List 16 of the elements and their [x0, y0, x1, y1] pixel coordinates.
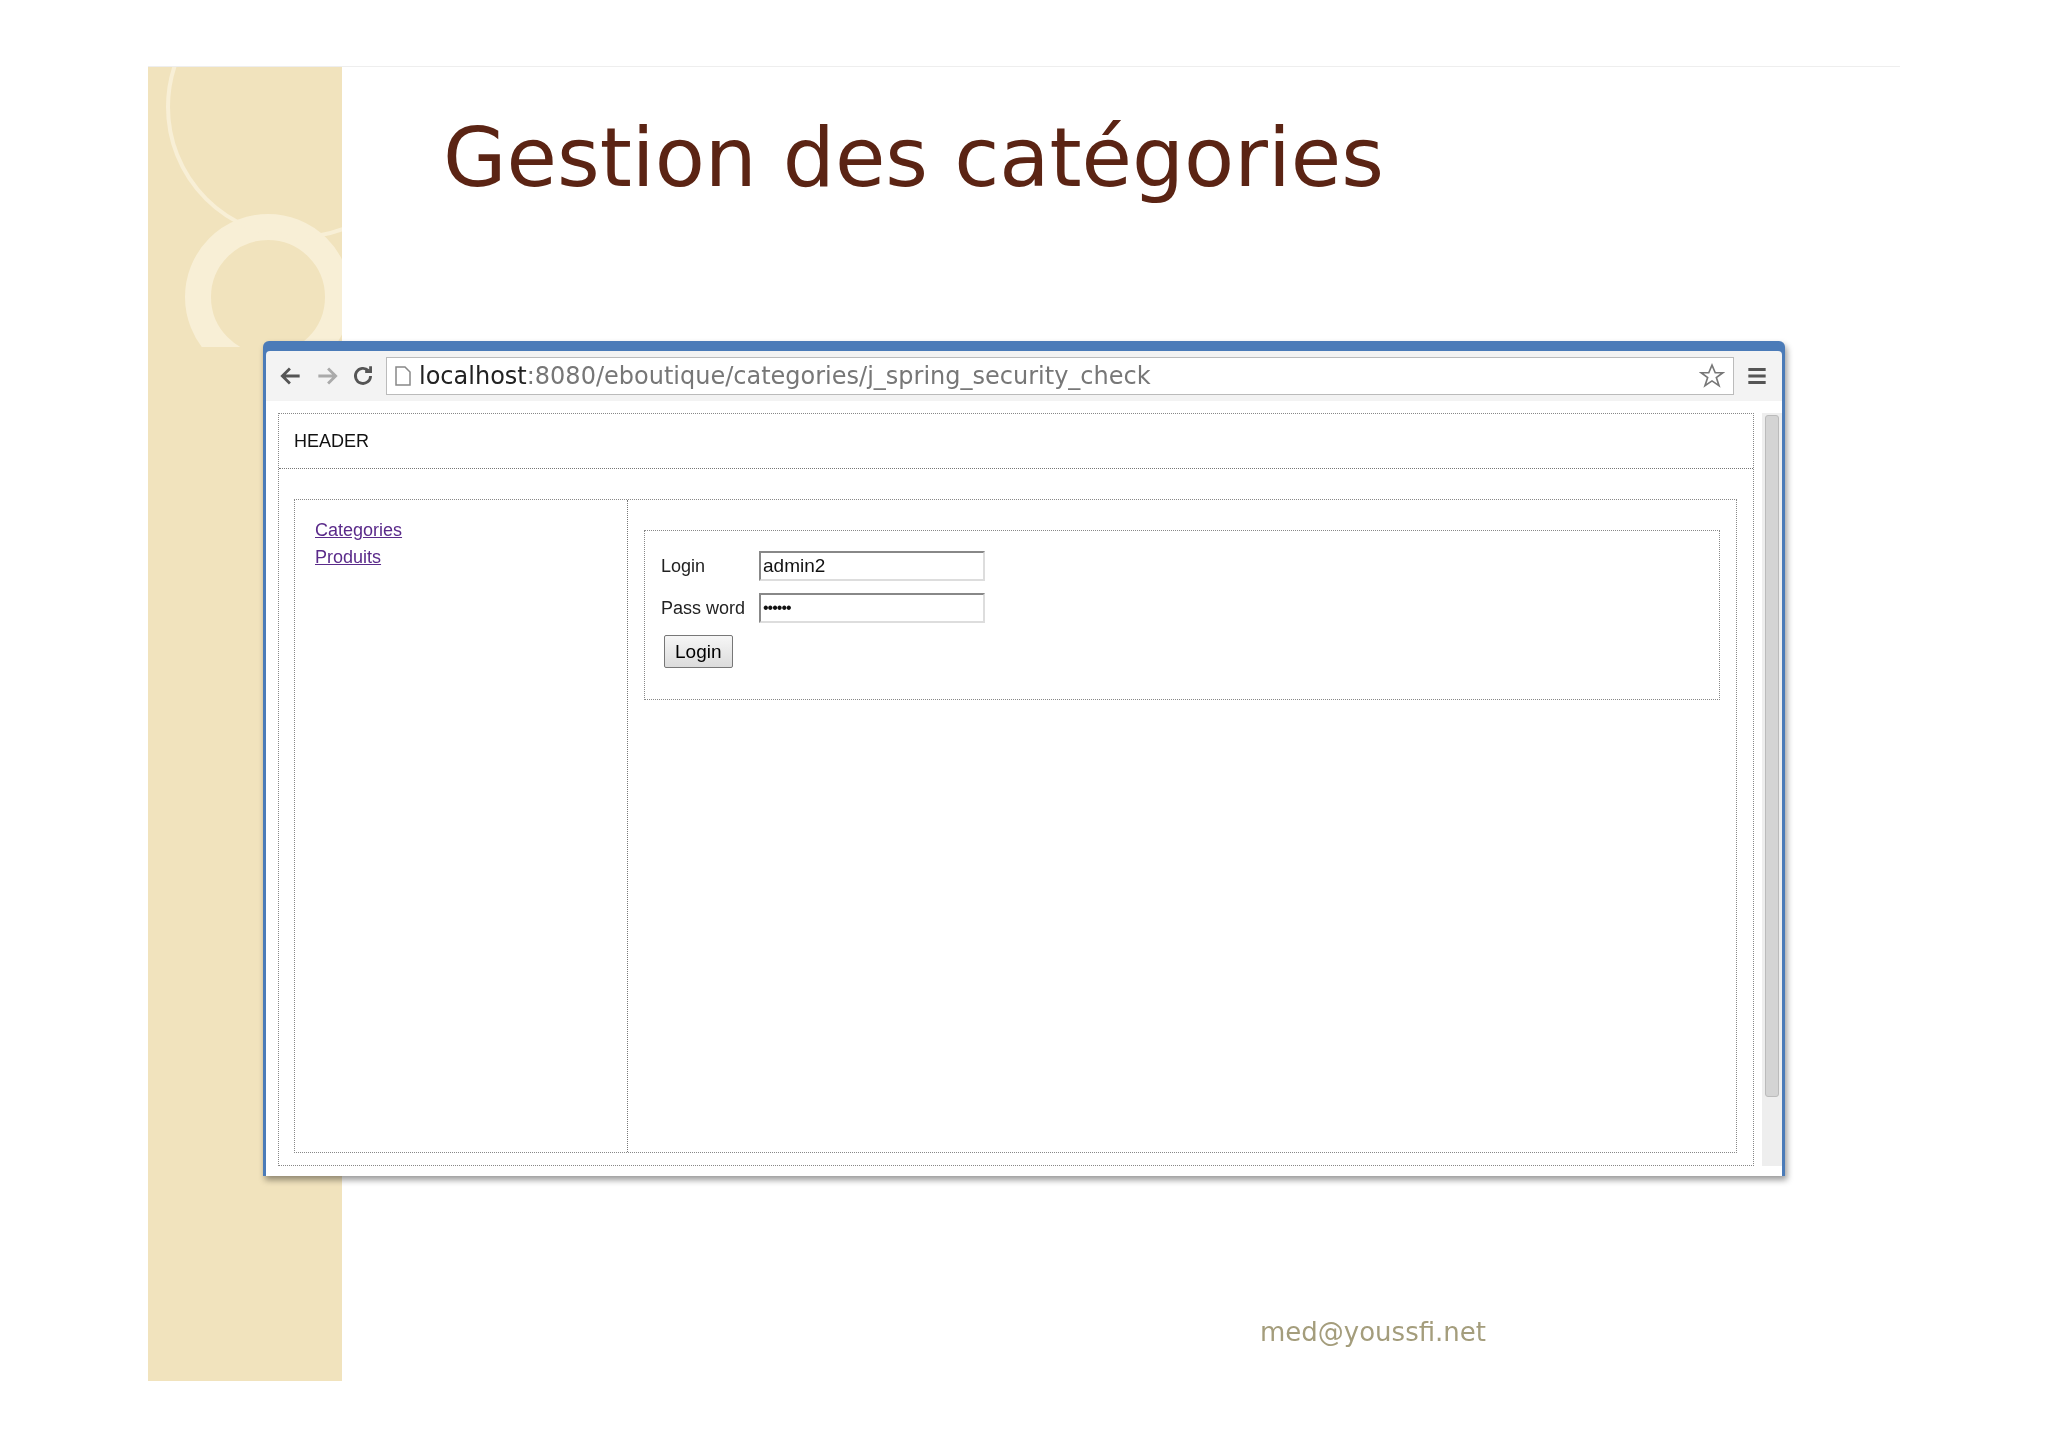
- footer-email: med@youssfi.net: [1260, 1317, 1486, 1347]
- scrollbar[interactable]: [1762, 413, 1782, 1167]
- page-icon: [395, 366, 411, 387]
- field-label: Login: [661, 555, 707, 577]
- password-field[interactable]: ••••••: [759, 593, 985, 624]
- login-button[interactable]: Login: [664, 635, 733, 669]
- slide-title: Gestion des catégories: [443, 113, 1385, 204]
- address-bar[interactable]: localhost:8080/eboutique/categories/j_spring_security_check: [386, 357, 1734, 396]
- star-icon[interactable]: [1699, 363, 1725, 390]
- page-header: HEADER: [279, 414, 1753, 470]
- url-host: localhost: [419, 362, 527, 391]
- nav-link[interactable]: Categories: [315, 520, 403, 542]
- nav-link[interactable]: Produits: [315, 547, 382, 569]
- field-label: Pass word: [661, 597, 747, 619]
- url-path: :8080/eboutique/categories/j_spring_security_check: [526, 362, 1151, 391]
- input-field[interactable]: admin2: [759, 551, 985, 582]
